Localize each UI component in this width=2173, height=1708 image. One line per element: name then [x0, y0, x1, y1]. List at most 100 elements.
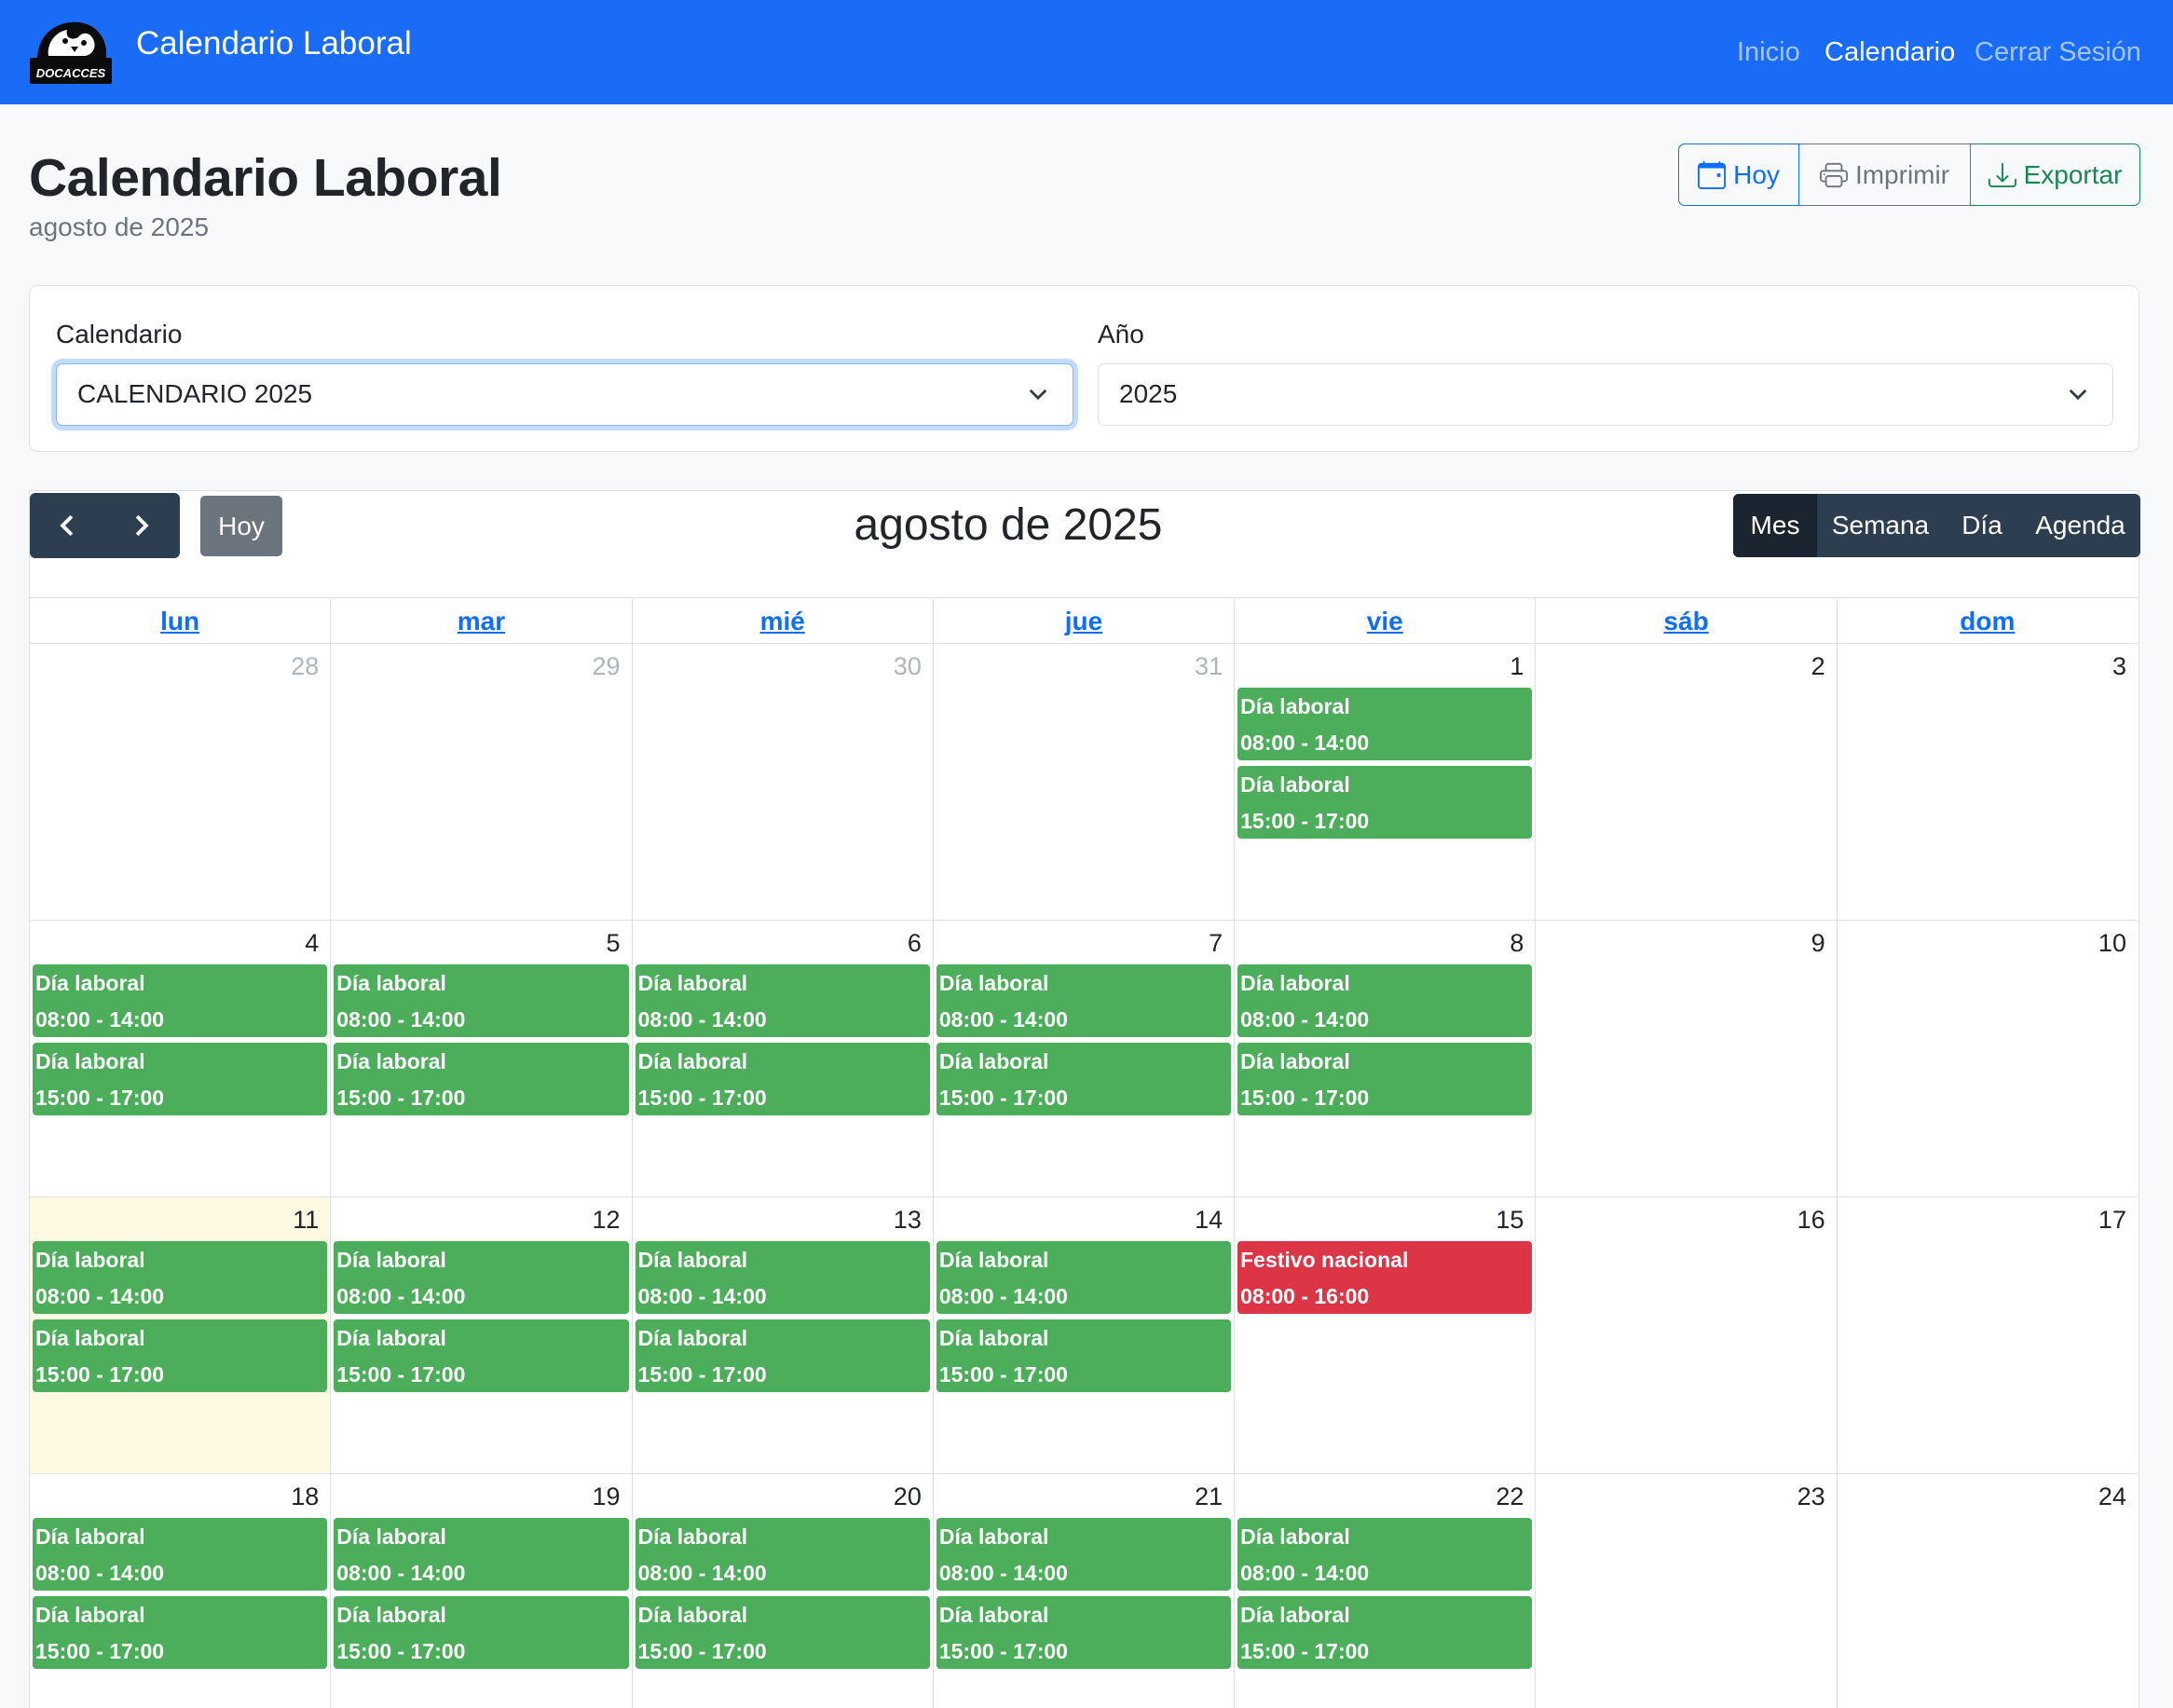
day-number[interactable]: 30: [888, 650, 927, 682]
day-number[interactable]: 12: [587, 1204, 626, 1236]
day-number[interactable]: 13: [888, 1204, 927, 1236]
nav-link-cerrar-sesion[interactable]: Cerrar Sesión: [1975, 34, 2141, 71]
workday-event[interactable]: Día laboral 08:00 - 14:00: [334, 1241, 629, 1314]
workday-event[interactable]: Día laboral 15:00 - 17:00: [635, 1596, 930, 1669]
day-cell[interactable]: 5 Día laboral 08:00 - 14:00 Día laboral 15:0…: [330, 921, 631, 1196]
workday-event[interactable]: Día laboral 08:00 - 14:00: [635, 1518, 930, 1591]
workday-event[interactable]: Día laboral 15:00 - 17:00: [936, 1596, 1232, 1669]
day-cell[interactable]: 21 Día laboral 08:00 - 14:00 Día laboral 15:…: [932, 1474, 1234, 1708]
next-month-button[interactable]: [104, 493, 179, 558]
day-cell[interactable]: 16: [1535, 1197, 1836, 1473]
weekday-header-vie[interactable]: vie: [1234, 598, 1535, 643]
day-number[interactable]: 3: [2107, 650, 2132, 682]
day-number[interactable]: 18: [285, 1481, 324, 1512]
day-cell[interactable]: 10: [1836, 921, 2138, 1196]
workday-event[interactable]: Día laboral 15:00 - 17:00: [33, 1043, 328, 1115]
day-number[interactable]: 20: [888, 1481, 927, 1512]
day-number[interactable]: 5: [601, 927, 626, 959]
workday-event[interactable]: Día laboral 08:00 - 14:00: [33, 1518, 328, 1591]
workday-event[interactable]: Día laboral 15:00 - 17:00: [33, 1319, 328, 1392]
day-cell[interactable]: 17: [1836, 1197, 2138, 1473]
day-number[interactable]: 23: [1792, 1481, 1831, 1512]
day-number[interactable]: 24: [2093, 1481, 2132, 1512]
day-number[interactable]: 28: [285, 650, 324, 682]
day-cell[interactable]: 14 Día laboral 08:00 - 14:00 Día laboral 15:…: [932, 1197, 1234, 1473]
nav-link-calendario[interactable]: Calendario: [1824, 34, 1955, 71]
workday-event[interactable]: Día laboral 08:00 - 14:00: [1237, 688, 1533, 760]
export-button[interactable]: Exportar: [1971, 143, 2140, 206]
weekday-header-dom[interactable]: dom: [1836, 598, 2138, 643]
workday-event[interactable]: Día laboral 15:00 - 17:00: [334, 1043, 629, 1115]
day-cell[interactable]: 31: [932, 644, 1234, 920]
today-button[interactable]: Hoy: [1678, 143, 1799, 206]
calendar-today-button[interactable]: Hoy: [200, 496, 282, 556]
workday-event[interactable]: Día laboral 15:00 - 17:00: [33, 1596, 328, 1669]
workday-event[interactable]: Día laboral 08:00 - 14:00: [334, 1518, 629, 1591]
day-cell[interactable]: 4 Día laboral 08:00 - 14:00 Día laboral 15:0…: [30, 921, 330, 1196]
day-number[interactable]: 16: [1792, 1204, 1831, 1236]
day-number[interactable]: 22: [1490, 1481, 1529, 1512]
view-day-button[interactable]: Día: [1944, 494, 2020, 557]
year-select[interactable]: 2025: [1098, 363, 2113, 426]
print-button[interactable]: Imprimir: [1799, 143, 1971, 206]
calendar-select[interactable]: CALENDARIO 2025: [56, 363, 1073, 426]
day-cell[interactable]: 15 Festivo nacional 08:00 - 16:00: [1234, 1197, 1535, 1473]
day-number[interactable]: 2: [1806, 650, 1831, 682]
view-month-button[interactable]: Mes: [1733, 494, 1817, 557]
day-cell[interactable]: 23: [1535, 1474, 1836, 1708]
workday-event[interactable]: Día laboral 08:00 - 14:00: [33, 1241, 328, 1314]
day-number[interactable]: 4: [299, 927, 324, 959]
workday-event[interactable]: Día laboral 15:00 - 17:00: [635, 1043, 930, 1115]
workday-event[interactable]: Día laboral 15:00 - 17:00: [334, 1596, 629, 1669]
day-cell[interactable]: 12 Día laboral 08:00 - 14:00 Día laboral 15:…: [330, 1197, 631, 1473]
day-cell[interactable]: 19 Día laboral 08:00 - 14:00 Día laboral 15:…: [330, 1474, 631, 1708]
workday-event[interactable]: Día laboral 15:00 - 17:00: [1237, 1043, 1533, 1115]
day-number[interactable]: 9: [1806, 927, 1831, 959]
holiday-event[interactable]: Festivo nacional 08:00 - 16:00: [1237, 1241, 1533, 1314]
workday-event[interactable]: Día laboral 08:00 - 14:00: [1237, 1518, 1533, 1591]
workday-event[interactable]: Día laboral 15:00 - 17:00: [936, 1043, 1232, 1115]
day-cell[interactable]: 6 Día laboral 08:00 - 14:00 Día laboral 15:0…: [631, 921, 933, 1196]
day-number[interactable]: 29: [587, 650, 626, 682]
weekday-header-mié[interactable]: mié: [631, 598, 933, 643]
day-number[interactable]: 14: [1189, 1204, 1228, 1236]
day-cell[interactable]: 9: [1535, 921, 1836, 1196]
workday-event[interactable]: Día laboral 08:00 - 14:00: [936, 964, 1232, 1037]
day-cell-today[interactable]: 11 Día laboral 08:00 - 14:00 Día laboral 15:…: [30, 1197, 331, 1473]
workday-event[interactable]: Día laboral 08:00 - 14:00: [334, 964, 629, 1037]
day-cell[interactable]: 1 Día laboral 08:00 - 14:00 Día laboral 15:0…: [1234, 644, 1535, 920]
workday-event[interactable]: Día laboral 08:00 - 14:00: [33, 964, 328, 1037]
day-cell[interactable]: 20 Día laboral 08:00 - 14:00 Día laboral 15:…: [631, 1474, 933, 1708]
workday-event[interactable]: Día laboral 15:00 - 17:00: [1237, 1596, 1533, 1669]
day-cell[interactable]: 13 Día laboral 08:00 - 14:00 Día laboral 15:…: [631, 1197, 933, 1473]
weekday-header-mar[interactable]: mar: [330, 598, 631, 643]
day-cell[interactable]: 30: [631, 644, 933, 920]
day-number[interactable]: 31: [1189, 650, 1228, 682]
day-number[interactable]: 6: [902, 927, 927, 959]
day-cell[interactable]: 8 Día laboral 08:00 - 14:00 Día laboral 15:0…: [1234, 921, 1535, 1196]
nav-link-inicio[interactable]: Inicio: [1737, 34, 1800, 71]
workday-event[interactable]: Día laboral 15:00 - 17:00: [334, 1319, 629, 1392]
day-cell[interactable]: 7 Día laboral 08:00 - 14:00 Día laboral 15:0…: [932, 921, 1234, 1196]
day-number[interactable]: 19: [587, 1481, 626, 1512]
day-cell[interactable]: 3: [1836, 644, 2138, 920]
day-number[interactable]: 15: [1490, 1204, 1529, 1236]
day-number[interactable]: 10: [2093, 927, 2132, 959]
brand-title[interactable]: Calendario Laboral: [136, 24, 412, 63]
workday-event[interactable]: Día laboral 15:00 - 17:00: [635, 1319, 930, 1392]
workday-event[interactable]: Día laboral 08:00 - 14:00: [635, 1241, 930, 1314]
weekday-header-lun[interactable]: lun: [30, 598, 330, 643]
day-number[interactable]: 11: [287, 1204, 324, 1236]
workday-event[interactable]: Día laboral 15:00 - 17:00: [936, 1319, 1232, 1392]
view-agenda-button[interactable]: Agenda: [2020, 494, 2140, 557]
workday-event[interactable]: Día laboral 08:00 - 14:00: [635, 964, 930, 1037]
workday-event[interactable]: Día laboral 15:00 - 17:00: [1237, 766, 1533, 839]
day-number[interactable]: 21: [1189, 1481, 1228, 1512]
prev-month-button[interactable]: [30, 493, 104, 558]
weekday-header-jue[interactable]: jue: [932, 598, 1234, 643]
docacces-logo[interactable]: DOCACCES: [28, 19, 114, 86]
workday-event[interactable]: Día laboral 08:00 - 14:00: [936, 1518, 1232, 1591]
day-cell[interactable]: 2: [1535, 644, 1836, 920]
workday-event[interactable]: Día laboral 08:00 - 14:00: [936, 1241, 1232, 1314]
day-cell[interactable]: 24: [1836, 1474, 2138, 1708]
